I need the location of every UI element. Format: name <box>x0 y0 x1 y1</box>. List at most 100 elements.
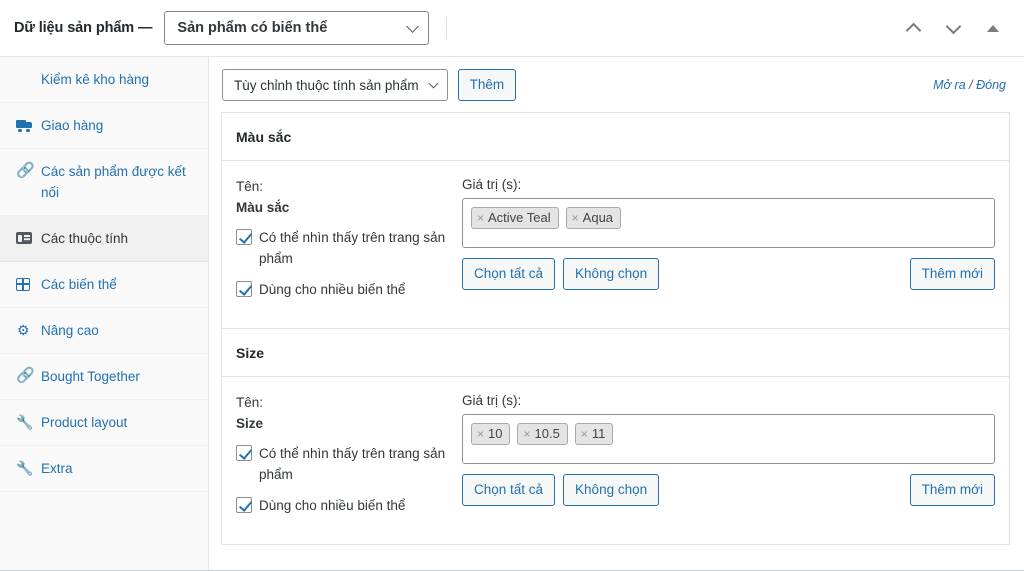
link-icon: 🔗 <box>16 162 33 180</box>
remove-icon[interactable]: × <box>477 212 484 224</box>
visible-checkbox[interactable] <box>236 229 252 245</box>
value-chip-label: Aqua <box>583 209 613 226</box>
add-new-value-button[interactable]: Thêm mới <box>910 474 995 506</box>
panel-header-actions <box>900 15 1010 41</box>
values-input[interactable]: × 10 × 10.5 × 11 <box>462 414 995 464</box>
remove-icon[interactable]: × <box>581 428 588 440</box>
attribute-meta: Tên: Size Có thể nhìn thấy trên trang sả… <box>236 393 448 526</box>
remove-icon[interactable]: × <box>477 428 484 440</box>
variation-checkbox-row[interactable]: Dùng cho nhiều biến thể <box>236 495 448 516</box>
move-down-button[interactable] <box>940 15 966 41</box>
values-actions: Chọn tất cả Không chọn Thêm mới <box>462 258 995 290</box>
sidebar-item-label: Nâng cao <box>41 320 196 341</box>
variation-checkbox[interactable] <box>236 497 252 513</box>
wrench-icon: 🔧 <box>16 413 33 431</box>
attribute-meta: Tên: Màu sắc Có thể nhìn thấy trên trang… <box>236 177 448 310</box>
grid-icon <box>16 275 33 293</box>
panel-header: Dữ liệu sản phẩm — Sản phẩm có biến thể <box>0 0 1024 57</box>
value-chip-label: 10.5 <box>535 425 560 442</box>
sidebar-item-extra[interactable]: 🔧 Extra <box>0 446 208 492</box>
attributes-list: Màu sắc Tên: Màu sắc Có thể nhìn thấy tr… <box>221 112 1010 545</box>
gear-icon: ⚙ <box>16 321 33 339</box>
variation-checkbox-label: Dùng cho nhiều biến thể <box>259 279 405 300</box>
attribute-section-color: Màu sắc Tên: Màu sắc Có thể nhìn thấy tr… <box>222 113 1009 328</box>
sidebar-item-product-layout[interactable]: 🔧 Product layout <box>0 400 208 446</box>
product-type-value: Sản phẩm có biến thể <box>177 20 327 36</box>
attribute-title[interactable]: Màu sắc <box>222 113 1009 161</box>
sidebar-item-label: Giao hàng <box>41 115 196 136</box>
sidebar-item-linked-products[interactable]: 🔗 Các sản phẩm được kết nối <box>0 149 208 216</box>
sidebar-item-label: Product layout <box>41 412 196 433</box>
attribute-body: Tên: Size Có thể nhìn thấy trên trang sả… <box>222 377 1009 544</box>
select-none-button[interactable]: Không chọn <box>563 474 659 506</box>
value-chip[interactable]: × Active Teal <box>471 207 559 229</box>
visible-checkbox[interactable] <box>236 445 252 461</box>
expand-close-links[interactable]: Mở ra / Đóng <box>933 78 1010 92</box>
sidebar-item-inventory[interactable]: Kiểm kê kho hàng <box>0 57 208 103</box>
visible-checkbox-label: Có thể nhìn thấy trên trang sản phẩm <box>259 443 448 485</box>
attributes-icon <box>16 229 33 247</box>
attribute-section-size: Size Tên: Size Có thể nhìn thấy trên tra… <box>222 328 1009 544</box>
sidebar-item-advanced[interactable]: ⚙ Nâng cao <box>0 308 208 354</box>
sidebar-item-label: Các thuộc tính <box>41 228 196 249</box>
chevron-down-icon <box>428 79 438 89</box>
select-none-button[interactable]: Không chọn <box>563 258 659 290</box>
variation-checkbox-label: Dùng cho nhiều biến thể <box>259 495 405 516</box>
visible-checkbox-label: Có thể nhìn thấy trên trang sản phẩm <box>259 227 448 269</box>
value-chip[interactable]: × 11 <box>575 423 614 445</box>
add-attribute-select[interactable]: Tùy chỉnh thuộc tính sản phẩm <box>222 69 448 101</box>
values-actions: Chọn tất cả Không chọn Thêm mới <box>462 474 995 506</box>
sidebar-item-bought-together[interactable]: 🔗 Bought Together <box>0 354 208 400</box>
attribute-values: Giá trị (s): × 10 × 10.5 <box>462 393 995 526</box>
attribute-name-value: Màu sắc <box>236 197 448 218</box>
value-chip-label: 11 <box>592 425 606 442</box>
wrench-icon: 🔧 <box>16 459 33 477</box>
sidebar-item-label: Extra <box>41 458 196 479</box>
value-chip[interactable]: × Aqua <box>566 207 621 229</box>
triangle-up-icon <box>987 25 999 32</box>
sidebar-item-variations[interactable]: Các biến thể <box>0 262 208 308</box>
expand-link[interactable]: Mở ra <box>933 78 966 92</box>
visible-checkbox-row[interactable]: Có thể nhìn thấy trên trang sản phẩm <box>236 227 448 269</box>
toggle-panel-button[interactable] <box>980 15 1006 41</box>
values-input[interactable]: × Active Teal × Aqua <box>462 198 995 248</box>
select-all-button[interactable]: Chọn tất cả <box>462 474 555 506</box>
sidebar-item-attributes[interactable]: Các thuộc tính <box>0 216 208 262</box>
select-all-button[interactable]: Chọn tất cả <box>462 258 555 290</box>
values-label: Giá trị (s): <box>462 393 995 408</box>
remove-icon[interactable]: × <box>572 212 579 224</box>
add-attribute-value: Tùy chỉnh thuộc tính sản phẩm <box>234 78 419 93</box>
value-chip-label: 10 <box>488 425 502 442</box>
name-label: Tên: <box>236 177 448 197</box>
truck-icon <box>16 116 33 134</box>
variation-checkbox[interactable] <box>236 281 252 297</box>
name-label: Tên: <box>236 393 448 413</box>
product-data-panel: Dữ liệu sản phẩm — Sản phẩm có biến thể … <box>0 0 1024 571</box>
page-title: Dữ liệu sản phẩm — <box>14 20 152 36</box>
attribute-title[interactable]: Size <box>222 329 1009 377</box>
visible-checkbox-row[interactable]: Có thể nhìn thấy trên trang sản phẩm <box>236 443 448 485</box>
sidebar-item-label: Bought Together <box>41 366 196 387</box>
product-data-tabs: Kiểm kê kho hàng Giao hàng 🔗 Các sản phẩ… <box>0 57 209 571</box>
add-attribute-button[interactable]: Thêm <box>458 69 517 101</box>
link-icon: 🔗 <box>16 367 33 385</box>
close-link[interactable]: Đóng <box>976 78 1006 92</box>
chevron-down-icon <box>407 20 420 33</box>
values-label: Giá trị (s): <box>462 177 995 192</box>
attribute-name-value: Size <box>236 413 448 434</box>
attribute-body: Tên: Màu sắc Có thể nhìn thấy trên trang… <box>222 161 1009 328</box>
value-chip[interactable]: × 10 <box>471 423 510 445</box>
attributes-panel: Tùy chỉnh thuộc tính sản phẩm Thêm Mở ra… <box>209 57 1024 571</box>
add-new-value-button[interactable]: Thêm mới <box>910 258 995 290</box>
value-chip-label: Active Teal <box>488 209 551 226</box>
panel-body: Kiểm kê kho hàng Giao hàng 🔗 Các sản phẩ… <box>0 57 1024 571</box>
attribute-values: Giá trị (s): × Active Teal × Aqua <box>462 177 995 310</box>
link-separator: / <box>969 78 972 92</box>
value-chip[interactable]: × 10.5 <box>517 423 567 445</box>
chevron-down-icon <box>945 18 961 34</box>
sidebar-item-shipping[interactable]: Giao hàng <box>0 103 208 149</box>
product-type-select[interactable]: Sản phẩm có biến thể <box>164 11 429 45</box>
variation-checkbox-row[interactable]: Dùng cho nhiều biến thể <box>236 279 448 300</box>
move-up-button[interactable] <box>900 15 926 41</box>
remove-icon[interactable]: × <box>523 428 530 440</box>
